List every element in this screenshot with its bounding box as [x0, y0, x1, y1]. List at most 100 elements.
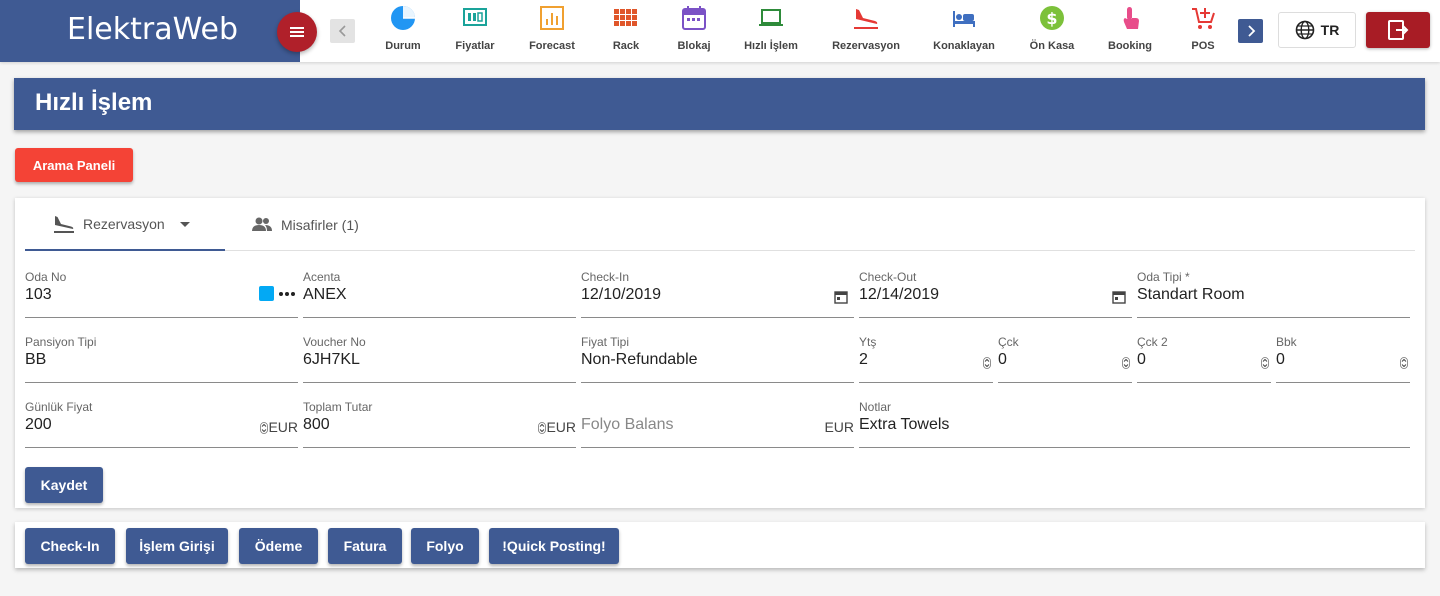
nav-scroll-right-button[interactable]	[1238, 19, 1263, 43]
nav-label: POS	[1191, 40, 1215, 52]
field-value[interactable]: ANEX	[303, 286, 347, 304]
oda-tipi-field[interactable]: Oda Tipi * Standart Room	[1137, 270, 1410, 318]
quick-posting-button[interactable]: !Quick Posting!	[489, 528, 619, 564]
spinner-icon[interactable]	[538, 422, 546, 434]
nav-item-durum[interactable]: Durum	[385, 5, 421, 57]
gunluk-fiyat-field[interactable]: Günlük Fiyat 200 EUR	[25, 400, 298, 448]
field-label: Ytş	[859, 335, 877, 349]
nav-label: Rack	[612, 40, 640, 52]
check-in-field[interactable]: Check-In 12/10/2019	[581, 270, 854, 318]
chevron-left-icon	[338, 25, 346, 37]
currency-suffix: EUR	[546, 419, 576, 435]
nav-item-booking[interactable]: Booking	[1107, 5, 1153, 57]
field-value[interactable]: 200	[25, 416, 52, 434]
reservation-card: Rezervasyon Misafirler (1) Oda No 103 Ac…	[15, 198, 1425, 508]
acenta-field[interactable]: Acenta ANEX	[303, 270, 576, 318]
folyo-button[interactable]: Folyo	[411, 528, 479, 564]
field-label: Fiyat Tipi	[581, 335, 630, 349]
field-label: Çck	[998, 335, 1019, 349]
nav-item-pos[interactable]: POS	[1189, 5, 1217, 57]
toplam-tutar-field[interactable]: Toplam Tutar 800 EUR	[303, 400, 576, 448]
bbk-field[interactable]: Bbk 0	[1276, 335, 1410, 383]
field-value[interactable]: 12/10/2019	[581, 286, 661, 304]
fiyat-tipi-field[interactable]: Fiyat Tipi Non-Refundable	[581, 335, 854, 383]
more-dots-icon[interactable]	[278, 291, 296, 297]
field-value[interactable]: Extra Towels	[859, 416, 949, 434]
field-value[interactable]: BB	[25, 351, 46, 369]
field-value[interactable]: 0	[998, 351, 1007, 369]
search-panel-button[interactable]: Arama Paneli	[15, 148, 133, 182]
field-value[interactable]: 103	[25, 286, 52, 304]
dollar-coin-icon: $	[1040, 6, 1064, 30]
spinner-icon[interactable]	[1261, 357, 1269, 369]
voucher-no-field[interactable]: Voucher No 6JH7KL	[303, 335, 576, 383]
top-bar: ElektraWeb Durum Fiyatlar Forecast Rack …	[0, 0, 1440, 62]
calendar-icon	[682, 6, 706, 30]
field-value[interactable]: 0	[1137, 351, 1146, 369]
islem-girisi-button[interactable]: İşlem Girişi	[126, 528, 228, 564]
logout-button[interactable]	[1366, 12, 1430, 48]
laptop-icon	[759, 9, 783, 26]
notlar-field[interactable]: Notlar Extra Towels	[859, 400, 1410, 448]
language-label: TR	[1320, 22, 1340, 38]
field-label: Voucher No	[303, 335, 366, 349]
spinner-icon[interactable]	[1122, 357, 1130, 369]
hamburger-menu-button[interactable]	[277, 12, 317, 52]
plane-landing-icon	[54, 215, 74, 233]
folyo-balans-field[interactable]: Folyo Balans EUR	[581, 400, 854, 448]
field-value[interactable]: 6JH7KL	[303, 351, 360, 369]
brand-logo[interactable]: ElektraWeb	[67, 12, 238, 47]
page-header: Hızlı İşlem	[14, 78, 1425, 130]
hamburger-icon	[290, 27, 304, 37]
calendar-icon[interactable]	[1112, 290, 1126, 304]
tab-rezervasyon[interactable]: Rezervasyon	[25, 198, 225, 251]
nav-label: Rezervasyon	[832, 40, 900, 52]
field-value[interactable]: 800	[303, 416, 330, 434]
spinner-icon[interactable]	[1400, 357, 1408, 369]
nav-label: Ön Kasa	[1029, 40, 1075, 52]
nav-label: Hızlı İşlem	[744, 40, 798, 52]
nav-item-konaklayan[interactable]: Konaklayan	[932, 5, 996, 57]
brand-area: ElektraWeb	[0, 0, 300, 62]
field-label: Pansiyon Tipi	[25, 335, 97, 349]
nav-item-blokaj[interactable]: Blokaj	[677, 5, 711, 57]
tab-label: Rezervasyon	[83, 215, 165, 232]
cck-field[interactable]: Çck 0	[998, 335, 1132, 383]
nav-item-rezervasyon[interactable]: Rezervasyon	[831, 5, 901, 57]
spinner-icon[interactable]	[983, 357, 991, 369]
field-value[interactable]: 0	[1276, 351, 1285, 369]
chevron-right-icon	[1247, 25, 1255, 37]
field-label: Oda Tipi *	[1137, 270, 1190, 284]
nav-scroll-left-button[interactable]	[330, 19, 355, 43]
fatura-button[interactable]: Fatura	[328, 528, 402, 564]
cck2-field[interactable]: Çck 2 0	[1137, 335, 1271, 383]
calendar-icon[interactable]	[834, 290, 848, 304]
tab-misafirler[interactable]: Misafirler (1)	[251, 198, 359, 251]
yts-field[interactable]: Ytş 2	[859, 335, 993, 383]
nav-item-forecast[interactable]: Forecast	[529, 5, 575, 57]
pansiyon-tipi-field[interactable]: Pansiyon Tipi BB	[25, 335, 298, 383]
odeme-button[interactable]: Ödeme	[239, 528, 318, 564]
spinner-icon[interactable]	[260, 422, 268, 434]
field-label: Çck 2	[1137, 335, 1168, 349]
nav-item-hizli-islem[interactable]: Hızlı İşlem	[743, 5, 799, 57]
field-value[interactable]: Standart Room	[1137, 286, 1245, 304]
room-color-swatch[interactable]	[259, 286, 274, 301]
people-icon	[252, 217, 272, 231]
field-label: Bbk	[1276, 335, 1297, 349]
field-value[interactable]: 12/14/2019	[859, 286, 939, 304]
field-value[interactable]: Non-Refundable	[581, 351, 698, 369]
nav-item-on-kasa[interactable]: $ Ön Kasa	[1029, 5, 1075, 57]
price-tag-icon	[463, 8, 487, 26]
check-in-button[interactable]: Check-In	[25, 528, 115, 564]
language-button[interactable]: TR	[1278, 12, 1356, 48]
page-title: Hızlı İşlem	[35, 89, 153, 116]
plane-landing-icon	[854, 9, 878, 29]
nav-item-fiyatlar[interactable]: Fiyatlar	[454, 5, 496, 57]
oda-no-field[interactable]: Oda No 103	[25, 270, 298, 318]
check-out-field[interactable]: Check-Out 12/14/2019	[859, 270, 1132, 318]
nav-item-rack[interactable]: Rack	[611, 5, 641, 57]
save-button[interactable]: Kaydet	[25, 467, 103, 503]
field-placeholder[interactable]: Folyo Balans	[581, 416, 674, 434]
field-value[interactable]: 2	[859, 351, 868, 369]
